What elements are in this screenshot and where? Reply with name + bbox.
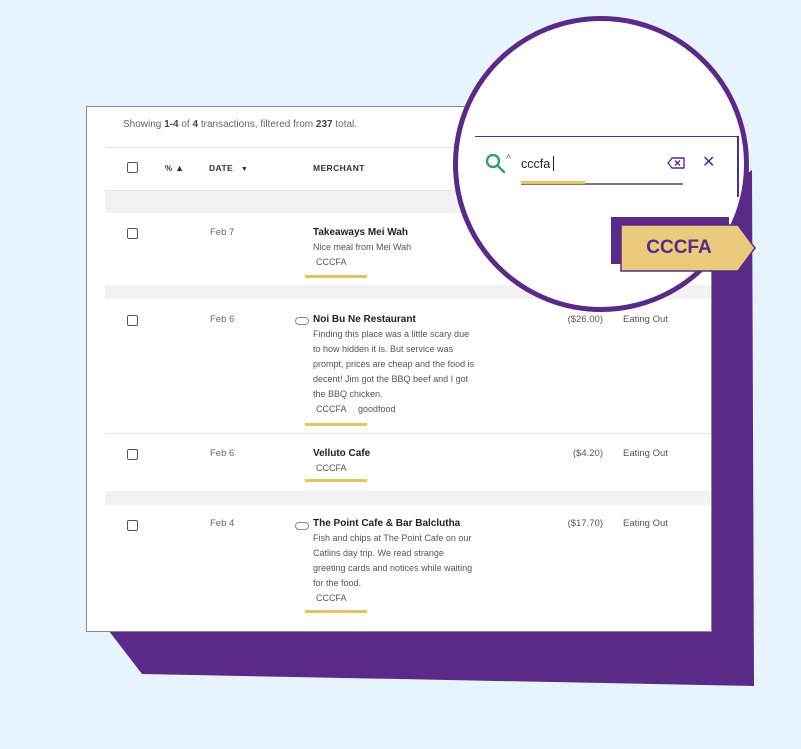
sort-toggle[interactable]: % ▲ xyxy=(165,163,184,173)
search-input[interactable]: cccfa xyxy=(521,157,550,171)
tag-list: CCCFA goodfood xyxy=(316,404,405,414)
tag-badge-label: CCCFA xyxy=(646,237,712,258)
merchant-name[interactable]: Takeaways Mei Wah xyxy=(313,227,408,238)
merchant-name[interactable]: Velluto Cafe xyxy=(313,448,370,459)
tag[interactable]: CCCFA xyxy=(316,257,347,267)
chevron-up-icon[interactable]: ^ xyxy=(506,153,511,165)
row-checkbox[interactable] xyxy=(127,449,138,460)
transaction-category[interactable]: Eating Out xyxy=(623,518,668,529)
select-all-checkbox[interactable] xyxy=(127,162,138,173)
tag-match-highlight xyxy=(305,479,367,482)
transaction-category[interactable]: Eating Out xyxy=(623,448,668,459)
tag-list: CCCFA xyxy=(316,463,356,473)
close-icon[interactable]: ✕ xyxy=(702,152,715,172)
tag[interactable]: CCCFA xyxy=(316,463,347,473)
transaction-amount: ($4.20) xyxy=(572,448,603,459)
transaction-amount: ($17.70) xyxy=(567,518,603,529)
results-summary: Showing 1-4 of 4 transactions, filtered … xyxy=(123,119,358,130)
attachment-icon[interactable] xyxy=(295,317,309,325)
transaction-note: Finding this place was a little scary du… xyxy=(313,329,475,399)
tag[interactable]: CCCFA xyxy=(316,593,347,603)
transaction-note: Nice meal from Mei Wah xyxy=(313,242,412,252)
chevron-down-icon: ▼ xyxy=(240,166,249,173)
tag-match-highlight xyxy=(305,423,367,426)
table-row[interactable]: Feb 6 Noi Bu Ne Restaurant Finding this … xyxy=(105,299,711,432)
transaction-date: Feb 6 xyxy=(210,314,235,325)
transaction-date: Feb 7 xyxy=(210,227,235,238)
text-cursor xyxy=(553,156,554,171)
transaction-date: Feb 4 xyxy=(210,518,235,529)
sort-arrow-up-icon: ▲ xyxy=(175,163,185,173)
merchant-name[interactable]: Noi Bu Ne Restaurant xyxy=(313,314,416,325)
attachment-icon[interactable] xyxy=(295,522,309,530)
transaction-date: Feb 6 xyxy=(210,448,235,459)
tag-match-highlight xyxy=(305,275,367,278)
table-row[interactable]: Feb 4 The Point Cafe & Bar Balclutha Fis… xyxy=(105,505,711,621)
clear-input-icon[interactable] xyxy=(667,157,685,169)
row-checkbox[interactable] xyxy=(127,520,138,531)
transaction-amount: ($26.00) xyxy=(567,314,603,325)
merchant-name[interactable]: The Point Cafe & Bar Balclutha xyxy=(313,518,460,529)
merchant-column-header[interactable]: MERCHANT xyxy=(313,163,365,173)
row-checkbox[interactable] xyxy=(127,315,138,326)
transaction-category[interactable]: Eating Out xyxy=(623,314,668,325)
search-bar: ^ cccfa ✕ xyxy=(475,136,739,197)
transaction-note: Fish and chips at The Point Cafe on our … xyxy=(313,533,473,588)
tag-list: CCCFA xyxy=(316,593,356,603)
date-column-header[interactable]: DATE ▼ xyxy=(209,163,248,173)
tag-match-highlight xyxy=(305,610,367,613)
search-icon[interactable] xyxy=(485,153,507,175)
table-row[interactable]: Feb 6 Velluto Cafe CCCFA ($4.20) Eating … xyxy=(105,433,711,491)
sort-icon: % xyxy=(165,164,173,173)
tag[interactable]: CCCFA xyxy=(316,404,347,414)
tag-list: CCCFA xyxy=(316,257,356,267)
row-checkbox[interactable] xyxy=(127,228,138,239)
search-match-highlight xyxy=(521,181,585,184)
tag[interactable]: goodfood xyxy=(358,404,396,414)
row-spacer xyxy=(105,491,711,505)
